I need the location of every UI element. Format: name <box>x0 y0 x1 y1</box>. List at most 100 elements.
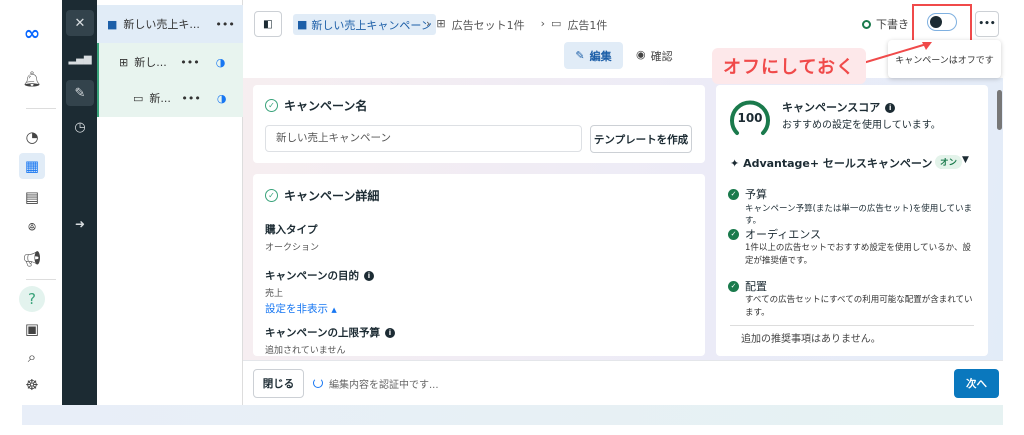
item-desc: キャンペーン予算(または単一の広告セット)を使用しています。 <box>745 204 972 226</box>
breadcrumb: › ⊞ 広告セット1件 › ▭ 広告1件 <box>426 17 607 33</box>
close-icon[interactable]: ✕ <box>66 10 94 36</box>
more-icon: ••• <box>978 19 996 29</box>
pages-icon[interactable]: ▤ <box>19 184 45 210</box>
tree-item-campaign[interactable]: ■ 新しい売上キ... ••• <box>97 5 243 43</box>
chart-icon[interactable]: ▂▄▆ <box>66 46 94 72</box>
check-icon: ✓ <box>728 229 739 240</box>
score-title: キャンペーンスコア <box>782 101 881 114</box>
campaign-name-card: ✓ キャンペーン名 新しい売上キャンペーン テンプレートを作成 <box>253 85 705 163</box>
budget-limit-label: キャンペーンの上限予算 <box>265 327 380 339</box>
audience-icon[interactable]: ꔮ <box>19 215 45 241</box>
window-icon: ▭ <box>133 91 144 105</box>
campaign-details-card: ✓ キャンペーン詳細 購入タイプオークション キャンペーンの目的 i 売上 設定を非表… <box>253 174 705 356</box>
toggle-panel-button[interactable]: ◧ <box>254 11 282 37</box>
item-title: オーディエンス <box>745 228 822 241</box>
tree-item-ad[interactable]: ▭ 新... ••• ◑ <box>97 79 243 117</box>
info-icon[interactable]: i <box>384 328 395 338</box>
breadcrumb-campaign[interactable]: ■ 新しい売上キャンペーン <box>293 14 436 35</box>
purchase-type-label: 購入タイプ <box>265 224 318 236</box>
score-subtitle: おすすめの設定を使用しています。 <box>782 120 941 131</box>
search-icon[interactable]: ⌕ <box>19 344 45 370</box>
breadcrumb-ad[interactable]: 広告1件 <box>567 17 607 33</box>
more-icon[interactable]: ••• <box>180 56 199 69</box>
bottom-strip <box>22 405 1003 425</box>
window-icon: ▭ <box>551 17 562 30</box>
budget-limit-value: 追加されていません <box>265 346 346 356</box>
footer-bar: 閉じる 編集内容を認証中です... 次へ <box>243 360 1003 405</box>
section-title: キャンペーン詳細 <box>284 189 380 203</box>
divider <box>26 279 56 280</box>
meta-logo[interactable]: ∞ <box>19 20 45 46</box>
panel-icon: ◧ <box>263 18 273 30</box>
tab-edit[interactable]: ✎ 編集 <box>564 42 623 69</box>
expand-icon[interactable]: ➜ <box>66 211 94 237</box>
caret-down-icon[interactable]: ▼ <box>962 155 969 165</box>
check-icon: ✓ <box>728 281 739 292</box>
create-template-button[interactable]: テンプレートを作成 <box>590 125 692 153</box>
tab-review[interactable]: ◉ 確認 <box>636 48 673 64</box>
sparkle-icon: ✦ <box>730 157 740 170</box>
breadcrumb-adset[interactable]: 広告セット1件 <box>452 17 525 33</box>
objective-label: キャンペーンの目的 <box>265 270 359 282</box>
close-button[interactable]: 閉じる <box>253 369 304 398</box>
eye-icon: ◉ <box>636 48 646 61</box>
clock-icon[interactable]: ◷ <box>66 114 94 140</box>
folder-icon: ■ <box>297 18 308 31</box>
objective-value: 売上 <box>265 289 284 299</box>
more-icon[interactable]: ••• <box>181 92 200 105</box>
annotation-label: オフにしておく <box>712 48 866 84</box>
spinner-icon <box>313 378 323 388</box>
validation-status: 編集内容を認証中です... <box>329 380 439 391</box>
chevron-right-icon: › <box>426 17 431 30</box>
caret-up-icon: ▲ <box>331 306 337 314</box>
bug-icon[interactable]: ☸ <box>19 372 45 398</box>
help-icon[interactable]: ? <box>19 286 45 312</box>
info-icon[interactable]: i <box>363 271 374 281</box>
score-value: 100 <box>737 111 763 125</box>
editor-tool-column: ✕ ▂▄▆ ✎ ◷ ➜ <box>62 0 97 405</box>
draft-status: 下書き <box>862 16 909 32</box>
item-desc: すべての広告セットにすべての利用可能な配置が含まれています。 <box>745 295 973 318</box>
scrollbar[interactable] <box>997 87 1002 354</box>
no-more-recommendations: 追加の推奨事項はありません。 <box>741 334 881 345</box>
half-circle-icon: ◑ <box>215 55 226 69</box>
annotation-arrow <box>862 42 932 64</box>
scrollbar-thumb[interactable] <box>997 90 1002 130</box>
item-title: 予算 <box>745 188 767 201</box>
check-circle-icon: ✓ <box>265 189 278 202</box>
grid-icon: ⊞ <box>436 17 446 30</box>
info-icon[interactable]: i <box>885 103 896 113</box>
purchase-type-value: オークション <box>265 243 320 253</box>
chevron-right-icon: › <box>540 17 546 30</box>
advantage-badge: オン <box>935 155 963 169</box>
campaign-tree: ■ 新しい売上キ... ••• ⊞ 新し... ••• ◑ ▭ 新... •••… <box>97 0 243 405</box>
half-circle-icon: ◑ <box>216 91 227 105</box>
news-icon[interactable]: ▣ <box>19 316 45 342</box>
divider <box>26 108 56 109</box>
check-circle-icon: ✓ <box>265 99 278 112</box>
bell-icon[interactable]: 🔔︎ <box>19 66 45 92</box>
grid-icon: ⊞ <box>119 55 129 69</box>
folder-icon: ■ <box>107 17 118 31</box>
global-nav-rail: ∞ 🔔︎ ◔ ▦ ▤ ꔮ 📢︎ ? ▣ ⌕ ☸ <box>0 0 62 405</box>
more-icon[interactable]: ••• <box>215 18 234 31</box>
hide-settings-link[interactable]: 設定を非表示 ▲ <box>265 301 337 316</box>
pencil-icon: ✎ <box>575 49 585 62</box>
megaphone-icon[interactable]: 📢︎ <box>19 246 45 272</box>
item-desc: 1件以上の広告セットでおすすめ設定を使用しているか、設定が推奨値です。 <box>745 243 971 266</box>
highlight-box <box>912 4 972 42</box>
check-icon: ✓ <box>728 189 739 200</box>
campaign-score-panel: 100 キャンペーンスコア i おすすめの設定を使用しています。 ✦ Advant… <box>716 85 988 356</box>
item-title: 配置 <box>745 280 767 293</box>
campaign-name-input[interactable]: 新しい売上キャンペーン <box>265 125 582 152</box>
section-title: キャンペーン名 <box>284 99 368 113</box>
tree-item-adset[interactable]: ⊞ 新し... ••• ◑ <box>97 43 243 81</box>
table-icon[interactable]: ▦ <box>19 153 45 179</box>
gauge-icon[interactable]: ◔ <box>19 124 45 150</box>
more-options-button[interactable]: ••• <box>975 11 999 37</box>
pencil-icon[interactable]: ✎ <box>66 80 94 106</box>
advantage-row[interactable]: ✦ Advantage+ セールスキャンペーンi <box>730 155 948 171</box>
status-dot-icon <box>862 19 871 29</box>
divider <box>730 325 974 326</box>
next-button[interactable]: 次へ <box>954 369 999 398</box>
